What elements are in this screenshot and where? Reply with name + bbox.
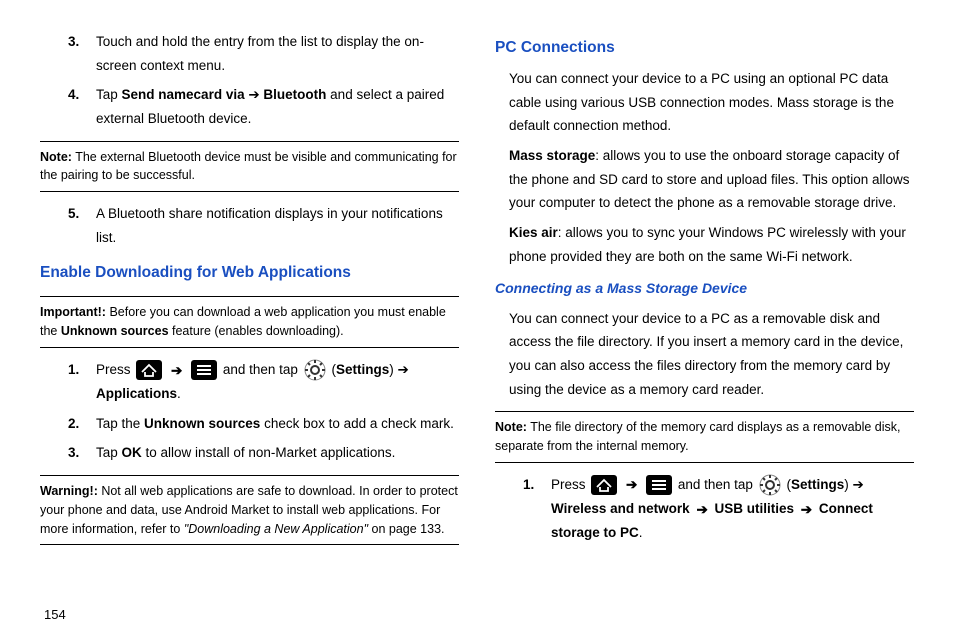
list-item: 5. A Bluetooth share notification displa… xyxy=(68,202,459,249)
note-box: Note: The external Bluetooth device must… xyxy=(40,141,459,193)
step-number: 1. xyxy=(68,358,96,406)
step-text: Tap Send namecard via ➔ Bluetooth and se… xyxy=(96,83,459,130)
step-number: 4. xyxy=(68,83,96,130)
step-number: 2. xyxy=(68,412,96,436)
step-number: 3. xyxy=(68,30,96,77)
settings-icon xyxy=(304,359,326,381)
step-text: Tap OK to allow install of non-Market ap… xyxy=(96,441,459,465)
section-heading: Enable Downloading for Web Applications xyxy=(40,259,459,286)
paragraph: Kies air: allows you to sync your Window… xyxy=(509,221,914,268)
list-item: 3. Tap OK to allow install of non-Market… xyxy=(68,441,459,465)
home-icon xyxy=(136,360,162,380)
menu-icon xyxy=(191,360,217,380)
important-box: Important!: Before you can download a we… xyxy=(40,296,459,348)
step-text: Tap the Unknown sources check box to add… xyxy=(96,412,459,436)
step-number: 5. xyxy=(68,202,96,249)
note-box: Note: The file directory of the memory c… xyxy=(495,411,914,463)
note-label: Note: xyxy=(495,420,527,434)
note-text: The file directory of the memory card di… xyxy=(495,420,901,453)
warning-label: Warning!: xyxy=(40,484,98,498)
list-item: 3. Touch and hold the entry from the lis… xyxy=(68,30,459,77)
page-number: 154 xyxy=(44,607,66,622)
step-text: Press ➔ and then tap (Settings) ➔ Applic… xyxy=(96,358,459,406)
step-text: Touch and hold the entry from the list t… xyxy=(96,30,459,77)
arrow-icon: ➔ xyxy=(696,498,707,522)
paragraph: You can connect your device to a PC as a… xyxy=(509,307,914,402)
step-number: 3. xyxy=(68,441,96,465)
step-number: 1. xyxy=(523,473,551,545)
left-column: 3. Touch and hold the entry from the lis… xyxy=(40,24,459,584)
page-content: 3. Touch and hold the entry from the lis… xyxy=(40,24,914,584)
section-heading: PC Connections xyxy=(495,34,914,61)
arrow-icon: ➔ xyxy=(171,359,182,383)
menu-icon xyxy=(646,475,672,495)
subsection-heading: Connecting as a Mass Storage Device xyxy=(495,276,914,301)
home-icon xyxy=(591,475,617,495)
step-text: A Bluetooth share notification displays … xyxy=(96,202,459,249)
list-item: 4. Tap Send namecard via ➔ Bluetooth and… xyxy=(68,83,459,130)
right-column: PC Connections You can connect your devi… xyxy=(495,24,914,584)
note-text: The external Bluetooth device must be vi… xyxy=(40,150,457,183)
paragraph: You can connect your device to a PC usin… xyxy=(509,67,914,138)
warning-box: Warning!: Not all web applications are s… xyxy=(40,475,459,545)
arrow-icon: ➔ xyxy=(626,473,637,497)
settings-icon xyxy=(759,474,781,496)
important-label: Important!: xyxy=(40,305,106,319)
arrow-icon: ➔ xyxy=(801,498,812,522)
list-item: 1. Press ➔ and then tap (Settings) ➔ Wir… xyxy=(523,473,914,545)
step-text: Press ➔ and then tap (Settings) ➔ Wirele… xyxy=(551,473,914,545)
note-label: Note: xyxy=(40,150,72,164)
paragraph: Mass storage: allows you to use the onbo… xyxy=(509,144,914,215)
list-item: 1. Press ➔ and then tap (Settings) ➔ App… xyxy=(68,358,459,406)
list-item: 2. Tap the Unknown sources check box to … xyxy=(68,412,459,436)
